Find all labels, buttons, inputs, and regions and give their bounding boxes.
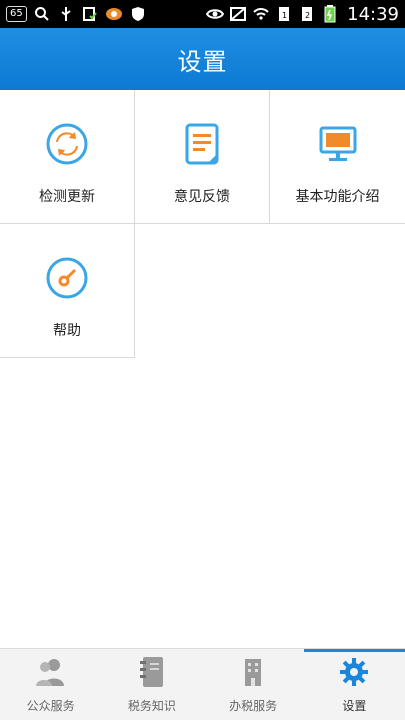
eye-icon [206,5,225,23]
mute-icon [229,5,247,23]
grid-item-label: 检测更新 [39,189,95,205]
clock: 14:39 [347,3,399,25]
building-icon [236,655,270,689]
notebook-icon [135,655,169,689]
nav-label: 设置 [342,699,367,713]
screenshot-icon [81,5,99,23]
users-icon [34,655,68,689]
nav-item-tax-service[interactable]: 办税服务 [203,649,304,720]
nav-label: 办税服务 [229,699,278,713]
feedback-document-icon [180,122,224,166]
nav-label: 公众服务 [26,699,75,713]
help-gauge-icon [45,256,89,300]
svg-text:2: 2 [305,11,310,20]
notification-count-badge: 65 [6,6,27,22]
usb-icon [57,5,75,23]
settings-grid: 检测更新 意见反馈 基本功能介绍 帮助 [0,90,405,358]
grid-item-label: 基本功能介绍 [295,189,380,205]
active-tab-indicator [303,649,405,652]
battery-icon [321,5,339,23]
grid-item-label: 帮助 [53,323,81,339]
search-icon [33,5,51,23]
app-notification-icon [105,5,123,23]
sim-card-icon: 1 [275,5,293,23]
app-header: 设置 [0,28,405,90]
gear-icon [337,655,371,689]
grid-item-help[interactable]: 帮助 [0,224,135,358]
grid-item-feature-intro[interactable]: 基本功能介绍 [270,90,405,224]
nav-label: 税务知识 [127,699,176,713]
shield-icon [129,5,147,23]
sim-card-icon: 2 [298,5,316,23]
wifi-icon [252,5,270,23]
bottom-navigation: 公众服务 税务知识 办税服务 设置 [0,648,405,720]
nav-item-tax-knowledge[interactable]: 税务知识 [101,649,202,720]
page-title: 设置 [177,47,228,76]
grid-item-feedback[interactable]: 意见反馈 [135,90,270,224]
svg-text:1: 1 [282,11,287,20]
grid-item-check-update[interactable]: 检测更新 [0,90,135,224]
refresh-icon [45,122,89,166]
grid-item-label: 意见反馈 [174,189,230,205]
monitor-icon [316,122,360,166]
nav-item-settings[interactable]: 设置 [303,649,405,720]
nav-item-public-service[interactable]: 公众服务 [0,649,101,720]
status-bar: 65 1 2 14:39 [0,0,405,28]
